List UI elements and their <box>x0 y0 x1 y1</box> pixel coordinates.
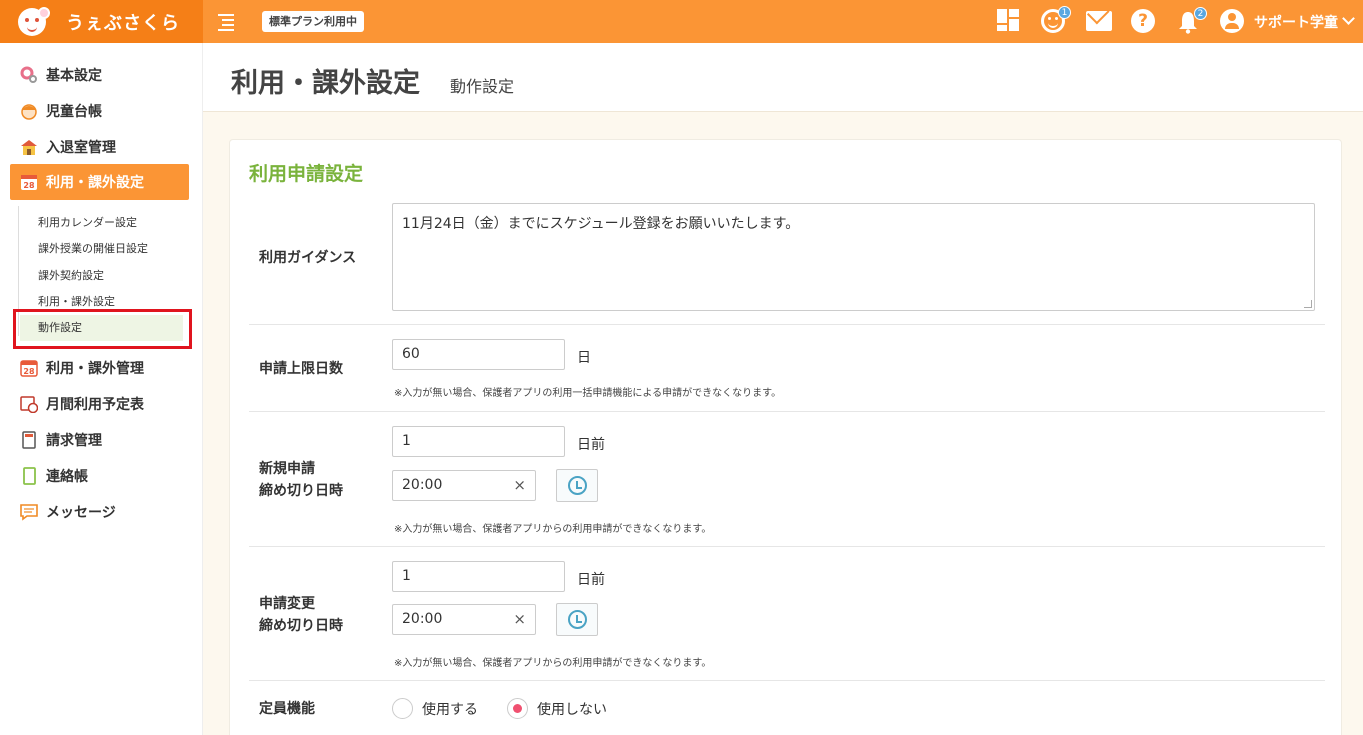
sidebar-item-label: 利用・課外管理 <box>46 361 144 377</box>
sidebar-item-label: 請求管理 <box>46 433 102 449</box>
guidance-label: 利用ガイダンス <box>259 250 357 266</box>
limit-days-note: ※入力が無い場合、保護者アプリの利用一括申請機能による申請ができなくなります。 <box>394 388 782 399</box>
new-deadline-note: ※入力が無い場合、保護者アプリからの利用申請ができなくなります。 <box>394 524 712 535</box>
bell-icon[interactable]: 2 <box>1177 7 1207 34</box>
page-header: 利用・課外設定 動作設定 <box>203 43 1363 112</box>
limit-days-row: 申請上限日数 60 日 ※入力が無い場合、保護者アプリの利用一括申請機能による申… <box>249 325 1325 412</box>
guidance-row: 利用ガイダンス 11月24日（金）までにスケジュール登録をお願いいたします。 <box>249 198 1325 325</box>
submenu-item-extra-contract[interactable]: 課外契約設定 <box>20 263 183 289</box>
capacity-use-label[interactable]: 使用する <box>422 699 478 719</box>
new-deadline-time-input[interactable]: 20:00 × <box>392 470 536 501</box>
submenu-item-calendar[interactable]: 利用カレンダー設定 <box>20 210 183 236</box>
change-deadline-days-input[interactable]: 1 <box>392 561 565 592</box>
message-icon <box>20 503 38 521</box>
capacity-label: 定員機能 <box>259 701 315 717</box>
resize-handle-icon[interactable] <box>1304 300 1312 308</box>
sidebar-item-usage-settings[interactable]: 28 利用・課外設定 <box>10 164 189 200</box>
guidance-text: 11月24日（金）までにスケジュール登録をお願いいたします。 <box>402 216 800 232</box>
top-header: うぇぶさくら 標準プラン利用中 1 ? 2 サポート学童 <box>0 0 1363 43</box>
calendar-icon: 28 <box>20 173 38 191</box>
chevron-down-icon[interactable] <box>1342 12 1355 25</box>
highlight-box <box>13 309 192 349</box>
submenu-item-extra-class-dates[interactable]: 課外授業の開催日設定 <box>20 236 183 262</box>
page-subtitle: 動作設定 <box>450 77 515 96</box>
smile-icon[interactable]: 1 <box>1041 6 1071 33</box>
new-deadline-row: 新規申請 締め切り日時 1 日前 20:00 × ※入力が無い場合、保護者アプリ… <box>249 412 1325 547</box>
sidebar-item-label: 入退室管理 <box>46 140 116 156</box>
sidebar-item-label: 基本設定 <box>46 68 102 84</box>
bell-badge: 2 <box>1194 7 1207 20</box>
notebook-icon <box>20 467 38 485</box>
new-deadline-clock-button[interactable] <box>556 469 598 502</box>
capacity-not-use-label[interactable]: 使用しない <box>537 699 607 719</box>
limit-days-unit: 日 <box>577 350 591 366</box>
capacity-row: 定員機能 使用する 使用しない <box>249 681 1325 735</box>
sidebar: 基本設定 児童台帳 入退室管理 28 利用・課外設定 利用カレンダー設定 課外授… <box>0 43 203 735</box>
user-avatar-icon[interactable] <box>1220 9 1244 33</box>
new-deadline-days-unit: 日前 <box>577 437 605 453</box>
sidebar-item-entry-exit[interactable]: 入退室管理 <box>10 129 189 165</box>
help-icon[interactable]: ? <box>1131 9 1155 33</box>
change-deadline-days-unit: 日前 <box>577 572 605 588</box>
child-icon <box>20 102 38 120</box>
capacity-use-radio[interactable] <box>392 698 413 719</box>
limit-days-input[interactable]: 60 <box>392 339 565 370</box>
change-deadline-time-input[interactable]: 20:00 × <box>392 604 536 635</box>
capacity-not-use-radio[interactable] <box>507 698 528 719</box>
sidebar-item-label: 月間利用予定表 <box>46 397 144 413</box>
clear-icon[interactable]: × <box>513 471 526 500</box>
sidebar-item-basic-settings[interactable]: 基本設定 <box>10 57 189 93</box>
change-deadline-label-1: 申請変更 <box>259 596 315 612</box>
card-title: 利用申請設定 <box>249 163 364 185</box>
building-icon <box>20 138 38 156</box>
plan-badge: 標準プラン利用中 <box>262 11 364 32</box>
settings-card: 利用申請設定 利用ガイダンス 11月24日（金）までにスケジュール登録をお願いい… <box>229 139 1342 735</box>
sidebar-item-billing[interactable]: 請求管理 <box>10 422 189 458</box>
sidebar-item-usage-management[interactable]: 28 利用・課外管理 <box>10 350 189 386</box>
sidebar-item-label: 連絡帳 <box>46 469 88 485</box>
page-title: 利用・課外設定 <box>231 68 420 99</box>
sidebar-item-label: メッセージ <box>46 505 116 521</box>
mail-icon[interactable] <box>1086 11 1112 31</box>
clock-icon <box>568 610 587 629</box>
sidebar-item-child-register[interactable]: 児童台帳 <box>10 93 189 129</box>
change-deadline-row: 申請変更 締め切り日時 1 日前 20:00 × ※入力が無い場合、保護者アプリ… <box>249 547 1325 681</box>
sidebar-item-label: 利用・課外設定 <box>46 175 144 191</box>
change-deadline-note: ※入力が無い場合、保護者アプリからの利用申請ができなくなります。 <box>394 658 712 669</box>
change-deadline-clock-button[interactable] <box>556 603 598 636</box>
sidebar-item-monthly-schedule[interactable]: 月間利用予定表 <box>10 386 189 422</box>
sakura-icon <box>38 7 50 19</box>
limit-days-label: 申請上限日数 <box>259 361 343 377</box>
change-deadline-time-value: 20:00 <box>402 611 443 627</box>
new-deadline-label-2: 締め切り日時 <box>259 483 343 499</box>
guidance-textarea[interactable]: 11月24日（金）までにスケジュール登録をお願いいたします。 <box>392 203 1315 311</box>
sidebar-item-contact-book[interactable]: 連絡帳 <box>10 458 189 494</box>
clear-icon[interactable]: × <box>513 605 526 634</box>
calendar-clock-icon <box>20 395 39 414</box>
calculator-icon <box>20 431 38 449</box>
change-deadline-label-2: 締め切り日時 <box>259 618 343 634</box>
calendar-icon-date: 28 <box>23 367 35 376</box>
calendar-icon-date: 28 <box>23 181 35 190</box>
sidebar-item-message[interactable]: メッセージ <box>10 494 189 530</box>
clock-icon <box>568 476 587 495</box>
logo[interactable]: うぇぶさくら <box>0 0 203 43</box>
new-deadline-time-value: 20:00 <box>402 477 443 493</box>
sidebar-item-label: 児童台帳 <box>46 104 102 120</box>
new-deadline-days-input[interactable]: 1 <box>392 426 565 457</box>
gear-icon <box>20 66 38 84</box>
menu-toggle-icon[interactable] <box>216 11 236 31</box>
dashboard-icon[interactable] <box>997 9 1021 33</box>
smile-badge: 1 <box>1058 6 1071 19</box>
logo-text: うぇぶさくら <box>66 12 180 34</box>
user-name[interactable]: サポート学童 <box>1254 12 1338 32</box>
calendar-icon: 28 <box>20 359 38 377</box>
new-deadline-label-1: 新規申請 <box>259 461 315 477</box>
